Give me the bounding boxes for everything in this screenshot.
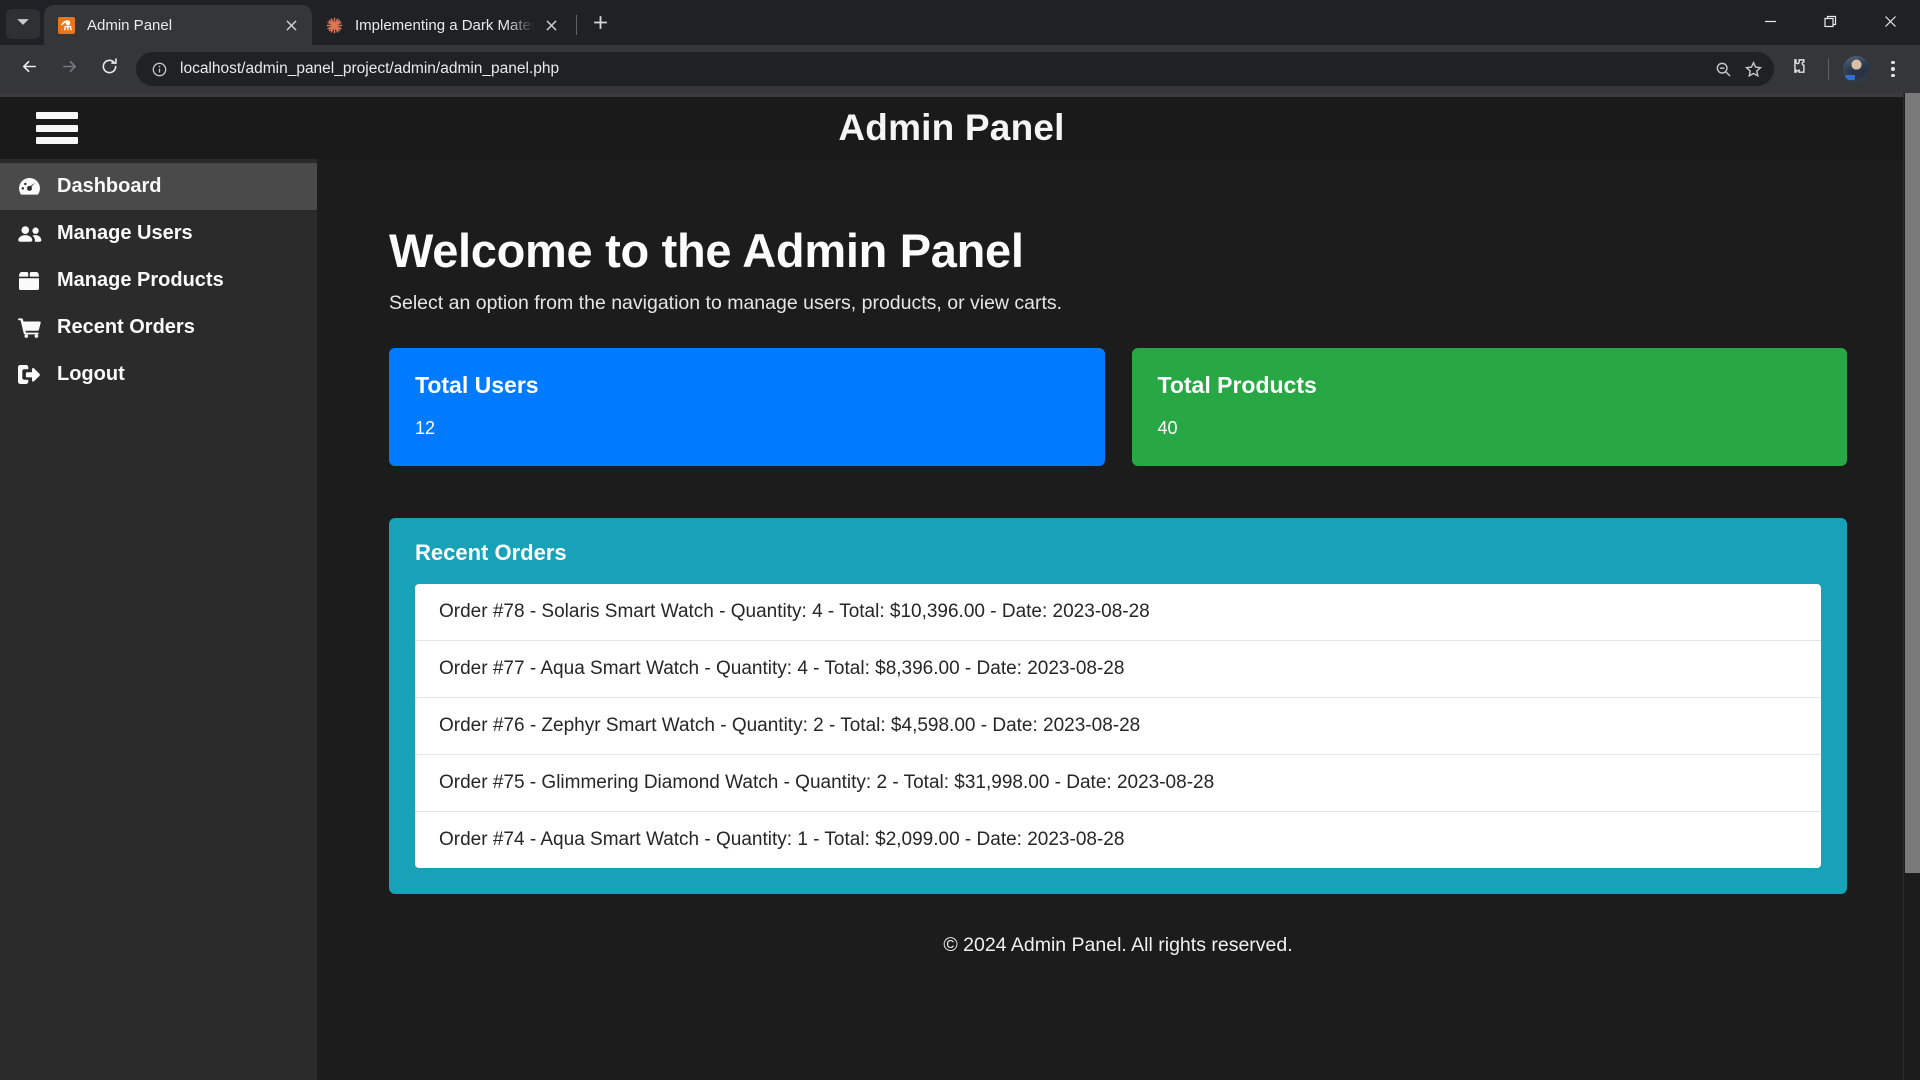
puzzle-piece-icon [1792,57,1811,81]
forward-arrow-icon [60,57,79,81]
sidebar-item-logout[interactable]: Logout [0,351,317,398]
sidebar-item-manage-users[interactable]: Manage Users [0,210,317,257]
recent-orders-card: Recent Orders Order #78 - Solaris Smart … [389,518,1847,894]
stat-card-total-products[interactable]: Total Products 40 [1132,348,1848,466]
tab-title: Implementing a Dark Material D [355,17,534,34]
address-bar[interactable]: localhost/admin_panel_project/admin/admi… [136,52,1774,86]
profile-avatar[interactable] [1843,56,1870,83]
stat-card-title: Total Products [1158,372,1822,399]
tab-separator [576,15,577,35]
sidebar-item-manage-products[interactable]: Manage Products [0,257,317,304]
order-list-item[interactable]: Order #76 - Zephyr Smart Watch - Quantit… [415,698,1821,755]
zoom-out-icon[interactable] [1708,54,1738,84]
stat-card-value: 40 [1158,418,1822,439]
sidebar-item-label: Recent Orders [57,316,195,339]
close-window-button[interactable] [1860,0,1920,42]
info-circle-icon[interactable] [148,58,170,80]
claude-sparkle-icon [325,16,344,35]
sidebar-item-label: Logout [57,363,125,386]
shopping-cart-icon [16,317,42,339]
reload-icon [100,57,119,81]
recent-orders-title: Recent Orders [415,540,1821,566]
chevron-down-icon [16,15,30,34]
order-list-item[interactable]: Order #78 - Solaris Smart Watch - Quanti… [415,584,1821,641]
tab-close-button[interactable] [540,14,562,36]
sidebar-item-label: Dashboard [57,175,161,198]
reload-button[interactable] [90,50,128,88]
plus-icon [593,15,608,35]
main-content: Welcome to the Admin Panel Select an opt… [317,159,1903,1080]
sign-out-icon [16,364,42,386]
hamburger-menu-icon[interactable] [36,112,78,144]
order-list-item[interactable]: Order #77 - Aqua Smart Watch - Quantity:… [415,641,1821,698]
browser-toolbar: localhost/admin_panel_project/admin/admi… [0,45,1920,93]
users-icon [16,223,42,245]
app-body: Dashboard Manage Users [0,159,1903,1080]
sidebar-nav: Dashboard Manage Users [0,159,317,1080]
url-text[interactable]: localhost/admin_panel_project/admin/admi… [180,60,1708,78]
sidebar-item-recent-orders[interactable]: Recent Orders [0,304,317,351]
page-scrollbar[interactable] [1903,93,1920,1080]
browser-tab-claude[interactable]: Implementing a Dark Material D [312,5,572,45]
sidebar-item-label: Manage Products [57,269,224,292]
new-tab-button[interactable] [583,8,617,42]
tab-strip: ⚗ Admin Panel [0,0,1920,45]
stat-card-value: 12 [415,418,1079,439]
browser-window: ⚗ Admin Panel [0,0,1920,1080]
order-list-item[interactable]: Order #74 - Aqua Smart Watch - Quantity:… [415,812,1821,868]
tab-title: Admin Panel [87,17,274,34]
back-arrow-icon [20,57,39,81]
welcome-subtitle: Select an option from the navigation to … [389,292,1847,315]
stat-cards: Total Users 12 Total Products 40 [389,348,1847,466]
tab-search-button[interactable] [6,9,40,39]
scrollbar-thumb[interactable] [1905,93,1920,873]
forward-button[interactable] [50,50,88,88]
toolbar-separator [1828,58,1829,80]
box-open-icon [16,270,42,292]
stat-card-total-users[interactable]: Total Users 12 [389,348,1105,466]
order-list-item[interactable]: Order #75 - Glimmering Diamond Watch - Q… [415,755,1821,812]
page-viewport: Admin Panel [0,93,1920,1080]
extensions-button[interactable] [1784,52,1818,86]
maximize-restore-button[interactable] [1800,0,1860,42]
back-button[interactable] [10,50,48,88]
gauge-icon [16,176,42,198]
web-page: Admin Panel [0,93,1903,1080]
page-title: Admin Panel [838,107,1064,149]
tab-close-button[interactable] [280,14,302,36]
minimize-button[interactable] [1740,0,1800,42]
browser-tab-admin-panel[interactable]: ⚗ Admin Panel [44,5,312,45]
sidebar-item-dashboard[interactable]: Dashboard [0,163,317,210]
sidebar-item-label: Manage Users [57,222,193,245]
window-controls [1740,0,1920,45]
xampp-icon: ⚗ [57,16,76,35]
page-footer: © 2024 Admin Panel. All rights reserved. [389,934,1847,987]
welcome-heading: Welcome to the Admin Panel [389,223,1847,278]
star-icon[interactable] [1738,54,1768,84]
stat-card-title: Total Users [415,372,1079,399]
recent-orders-list: Order #78 - Solaris Smart Watch - Quanti… [415,584,1821,868]
browser-menu-button[interactable] [1876,52,1910,86]
app-header: Admin Panel [0,97,1903,159]
